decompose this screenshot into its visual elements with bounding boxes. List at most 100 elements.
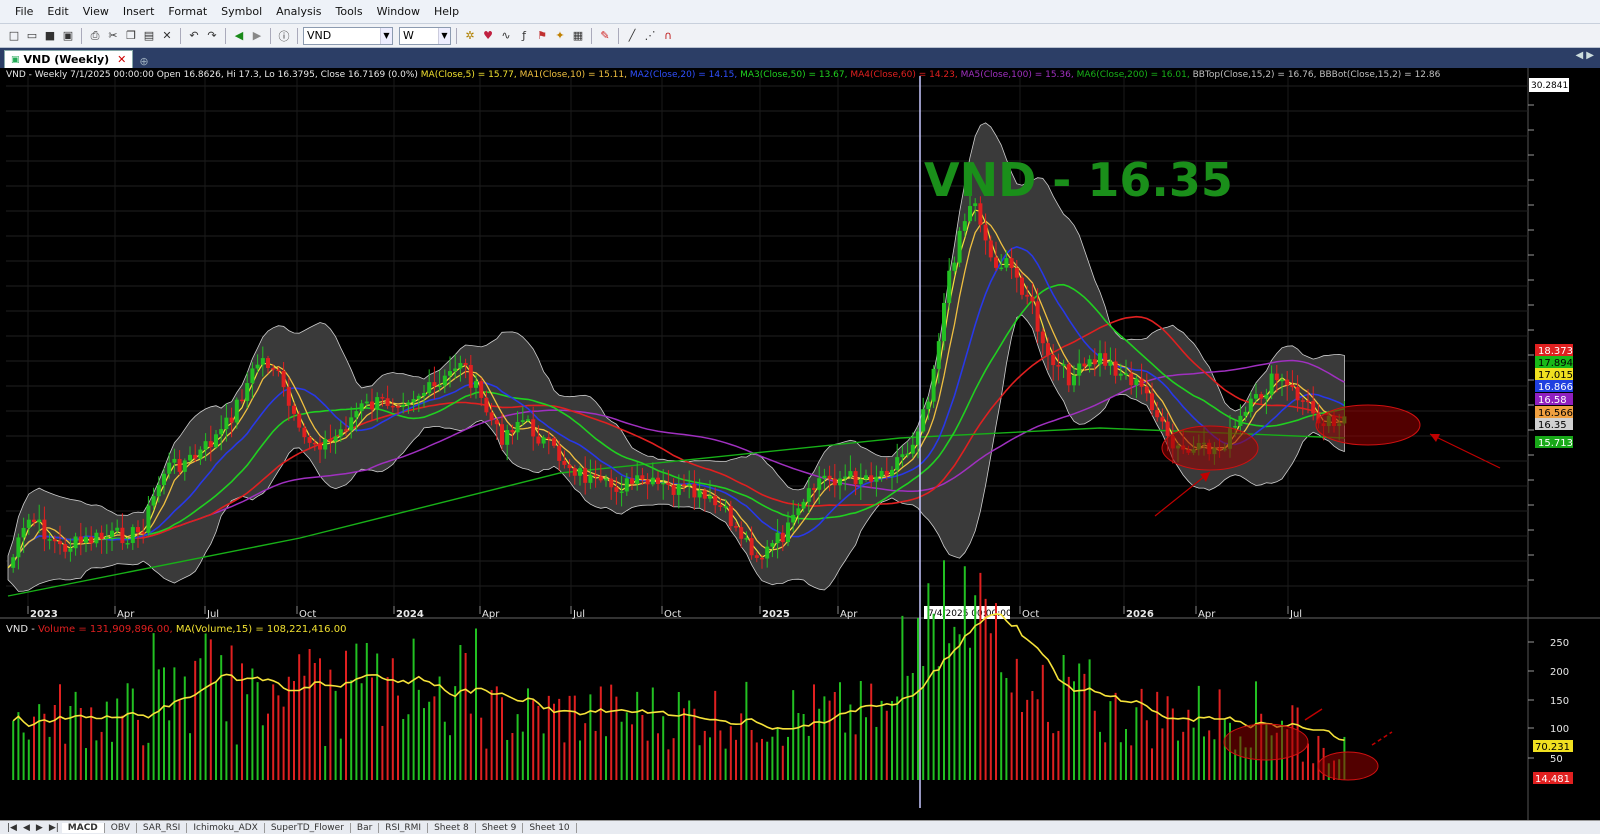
save-all-icon[interactable]: ▣ bbox=[60, 28, 76, 44]
menu-help[interactable]: Help bbox=[427, 5, 466, 18]
candle-body bbox=[292, 405, 296, 414]
new-file-icon[interactable]: □ bbox=[6, 28, 22, 44]
sheet-tab-bar: |◀ ◀ ▶ ▶| MACD OBV SAR_RSI Ichimoku_ADX Supe… bbox=[0, 820, 1600, 834]
candle-body bbox=[895, 457, 900, 470]
scan-icon[interactable]: ∿ bbox=[498, 28, 514, 44]
candle-body bbox=[500, 424, 504, 445]
indicator-icon[interactable]: ✲ bbox=[462, 28, 478, 44]
tab-scroll-icon[interactable]: ◀ ▶ bbox=[1575, 50, 1594, 61]
sheet-tab-obv[interactable]: OBV bbox=[105, 822, 137, 833]
candle-body bbox=[900, 454, 905, 458]
candle-body bbox=[947, 270, 952, 303]
sheet-tab-rsi-rmi[interactable]: RSI_RMI bbox=[379, 822, 429, 833]
candle-body bbox=[1113, 361, 1118, 376]
next-sheet-icon[interactable]: ▶ bbox=[33, 823, 46, 833]
copy-icon[interactable]: ❐ bbox=[123, 28, 139, 44]
menu-view[interactable]: View bbox=[76, 5, 116, 18]
candle-body bbox=[1134, 378, 1139, 386]
candle-body bbox=[1259, 394, 1264, 399]
sheet-tab-bar[interactable]: Bar bbox=[351, 822, 380, 833]
menu-tools[interactable]: Tools bbox=[328, 5, 369, 18]
sheet-tab-macd[interactable]: MACD bbox=[61, 822, 105, 833]
close-icon[interactable]: ✕ bbox=[117, 53, 126, 66]
tab-vnd-weekly[interactable]: ▣ VND (Weekly) ✕ bbox=[4, 50, 134, 68]
explore-icon[interactable]: ⚑ bbox=[534, 28, 550, 44]
menu-edit[interactable]: Edit bbox=[40, 5, 75, 18]
dash-line-tool-icon[interactable]: ⋰ bbox=[642, 28, 658, 44]
back-icon[interactable]: ◀ bbox=[231, 28, 247, 44]
candle-body bbox=[312, 442, 317, 445]
chart-area[interactable]: VND - 16.35 VND - Weekly 7/1/2025 00:00:… bbox=[0, 68, 1600, 820]
volume-axis-label: 100 bbox=[1550, 724, 1569, 735]
menu-analysis[interactable]: Analysis bbox=[269, 5, 328, 18]
candle-body bbox=[708, 495, 712, 499]
line-tool-icon[interactable]: ╱ bbox=[624, 28, 640, 44]
delete-icon[interactable]: ✕ bbox=[159, 28, 175, 44]
last-sheet-icon[interactable]: ▶| bbox=[46, 823, 62, 833]
candle-body bbox=[177, 458, 182, 472]
ma5-text: MA(Close,5) = 15.77, bbox=[421, 70, 520, 80]
info-icon[interactable]: ⓘ bbox=[276, 28, 292, 44]
candle-body bbox=[130, 527, 135, 544]
candle-body bbox=[1243, 411, 1248, 416]
volume-axis-label: 250 bbox=[1550, 638, 1569, 649]
prev-sheet-icon[interactable]: ◀ bbox=[20, 823, 33, 833]
cut-icon[interactable]: ✂ bbox=[105, 28, 121, 44]
menu-format[interactable]: Format bbox=[161, 5, 214, 18]
sheet-tab-sheet-10[interactable]: Sheet 10 bbox=[523, 822, 577, 833]
formula-icon[interactable]: ƒ bbox=[516, 28, 532, 44]
sheet-tab-ichimoku-adx[interactable]: Ichimoku_ADX bbox=[187, 822, 265, 833]
candle-body bbox=[1124, 373, 1128, 375]
candle-body bbox=[271, 367, 276, 370]
symbol-combo[interactable]: VND ▼ bbox=[303, 26, 393, 45]
save-icon[interactable]: ■ bbox=[42, 28, 58, 44]
report-icon[interactable]: ▦ bbox=[570, 28, 586, 44]
wizard-icon[interactable]: ✦ bbox=[552, 28, 568, 44]
candle-body bbox=[453, 368, 458, 372]
paste-icon[interactable]: ▤ bbox=[141, 28, 157, 44]
chevron-down-icon[interactable]: ▼ bbox=[380, 27, 392, 44]
candle-body bbox=[744, 538, 749, 540]
candle-body bbox=[619, 491, 624, 493]
ma50-text: MA3(Close,50) = 13.67, bbox=[740, 70, 850, 80]
candle-body bbox=[604, 478, 608, 481]
favorite-icon[interactable]: ♥ bbox=[480, 28, 496, 44]
volume-axis-label: 200 bbox=[1550, 667, 1569, 678]
interval-combo[interactable]: W ▼ bbox=[399, 26, 451, 45]
candle-body bbox=[994, 257, 998, 268]
candle-body bbox=[250, 368, 255, 384]
candle-body bbox=[676, 484, 681, 495]
candle-body bbox=[224, 417, 229, 430]
candle-body bbox=[390, 405, 395, 408]
sheet-tab-sheet-8[interactable]: Sheet 8 bbox=[428, 822, 476, 833]
sheet-tab-sar-rsi[interactable]: SAR_RSI bbox=[137, 822, 188, 833]
undo-icon[interactable]: ↶ bbox=[186, 28, 202, 44]
draw-color-icon[interactable]: ✎ bbox=[597, 28, 613, 44]
forward-icon[interactable]: ▶ bbox=[249, 28, 265, 44]
chevron-down-icon[interactable]: ▼ bbox=[438, 27, 450, 44]
print-icon[interactable]: ⎙ bbox=[87, 28, 103, 44]
sheet-tab-sheet-9[interactable]: Sheet 9 bbox=[476, 822, 524, 833]
new-tab-icon[interactable]: ⊕ bbox=[139, 55, 148, 68]
magnet-icon[interactable]: ∩ bbox=[660, 28, 676, 44]
menu-symbol[interactable]: Symbol bbox=[214, 5, 269, 18]
candle-body bbox=[988, 240, 993, 258]
menu-window[interactable]: Window bbox=[370, 5, 427, 18]
menu-insert[interactable]: Insert bbox=[116, 5, 162, 18]
candle-body bbox=[505, 430, 510, 445]
redo-icon[interactable]: ↷ bbox=[204, 28, 220, 44]
open-folder-icon[interactable]: ▭ bbox=[24, 28, 40, 44]
candle-body bbox=[297, 413, 302, 428]
candle-body bbox=[193, 454, 198, 459]
candle-body bbox=[458, 363, 463, 369]
candle-body bbox=[1066, 364, 1071, 386]
time-label: Jul bbox=[572, 609, 585, 620]
chart-tab-bar: ▣ VND (Weekly) ✕ ⊕ ◀ ▶ bbox=[0, 48, 1600, 68]
candle-body bbox=[182, 460, 187, 472]
candle-body bbox=[370, 401, 374, 410]
candle-body bbox=[104, 536, 109, 539]
sheet-tab-supertd-flower[interactable]: SuperTD_Flower bbox=[265, 822, 351, 833]
menu-file[interactable]: File bbox=[8, 5, 40, 18]
chart-canvas[interactable]: VND - 16.35 VND - Weekly 7/1/2025 00:00:… bbox=[0, 68, 1600, 820]
first-sheet-icon[interactable]: |◀ bbox=[4, 823, 20, 833]
